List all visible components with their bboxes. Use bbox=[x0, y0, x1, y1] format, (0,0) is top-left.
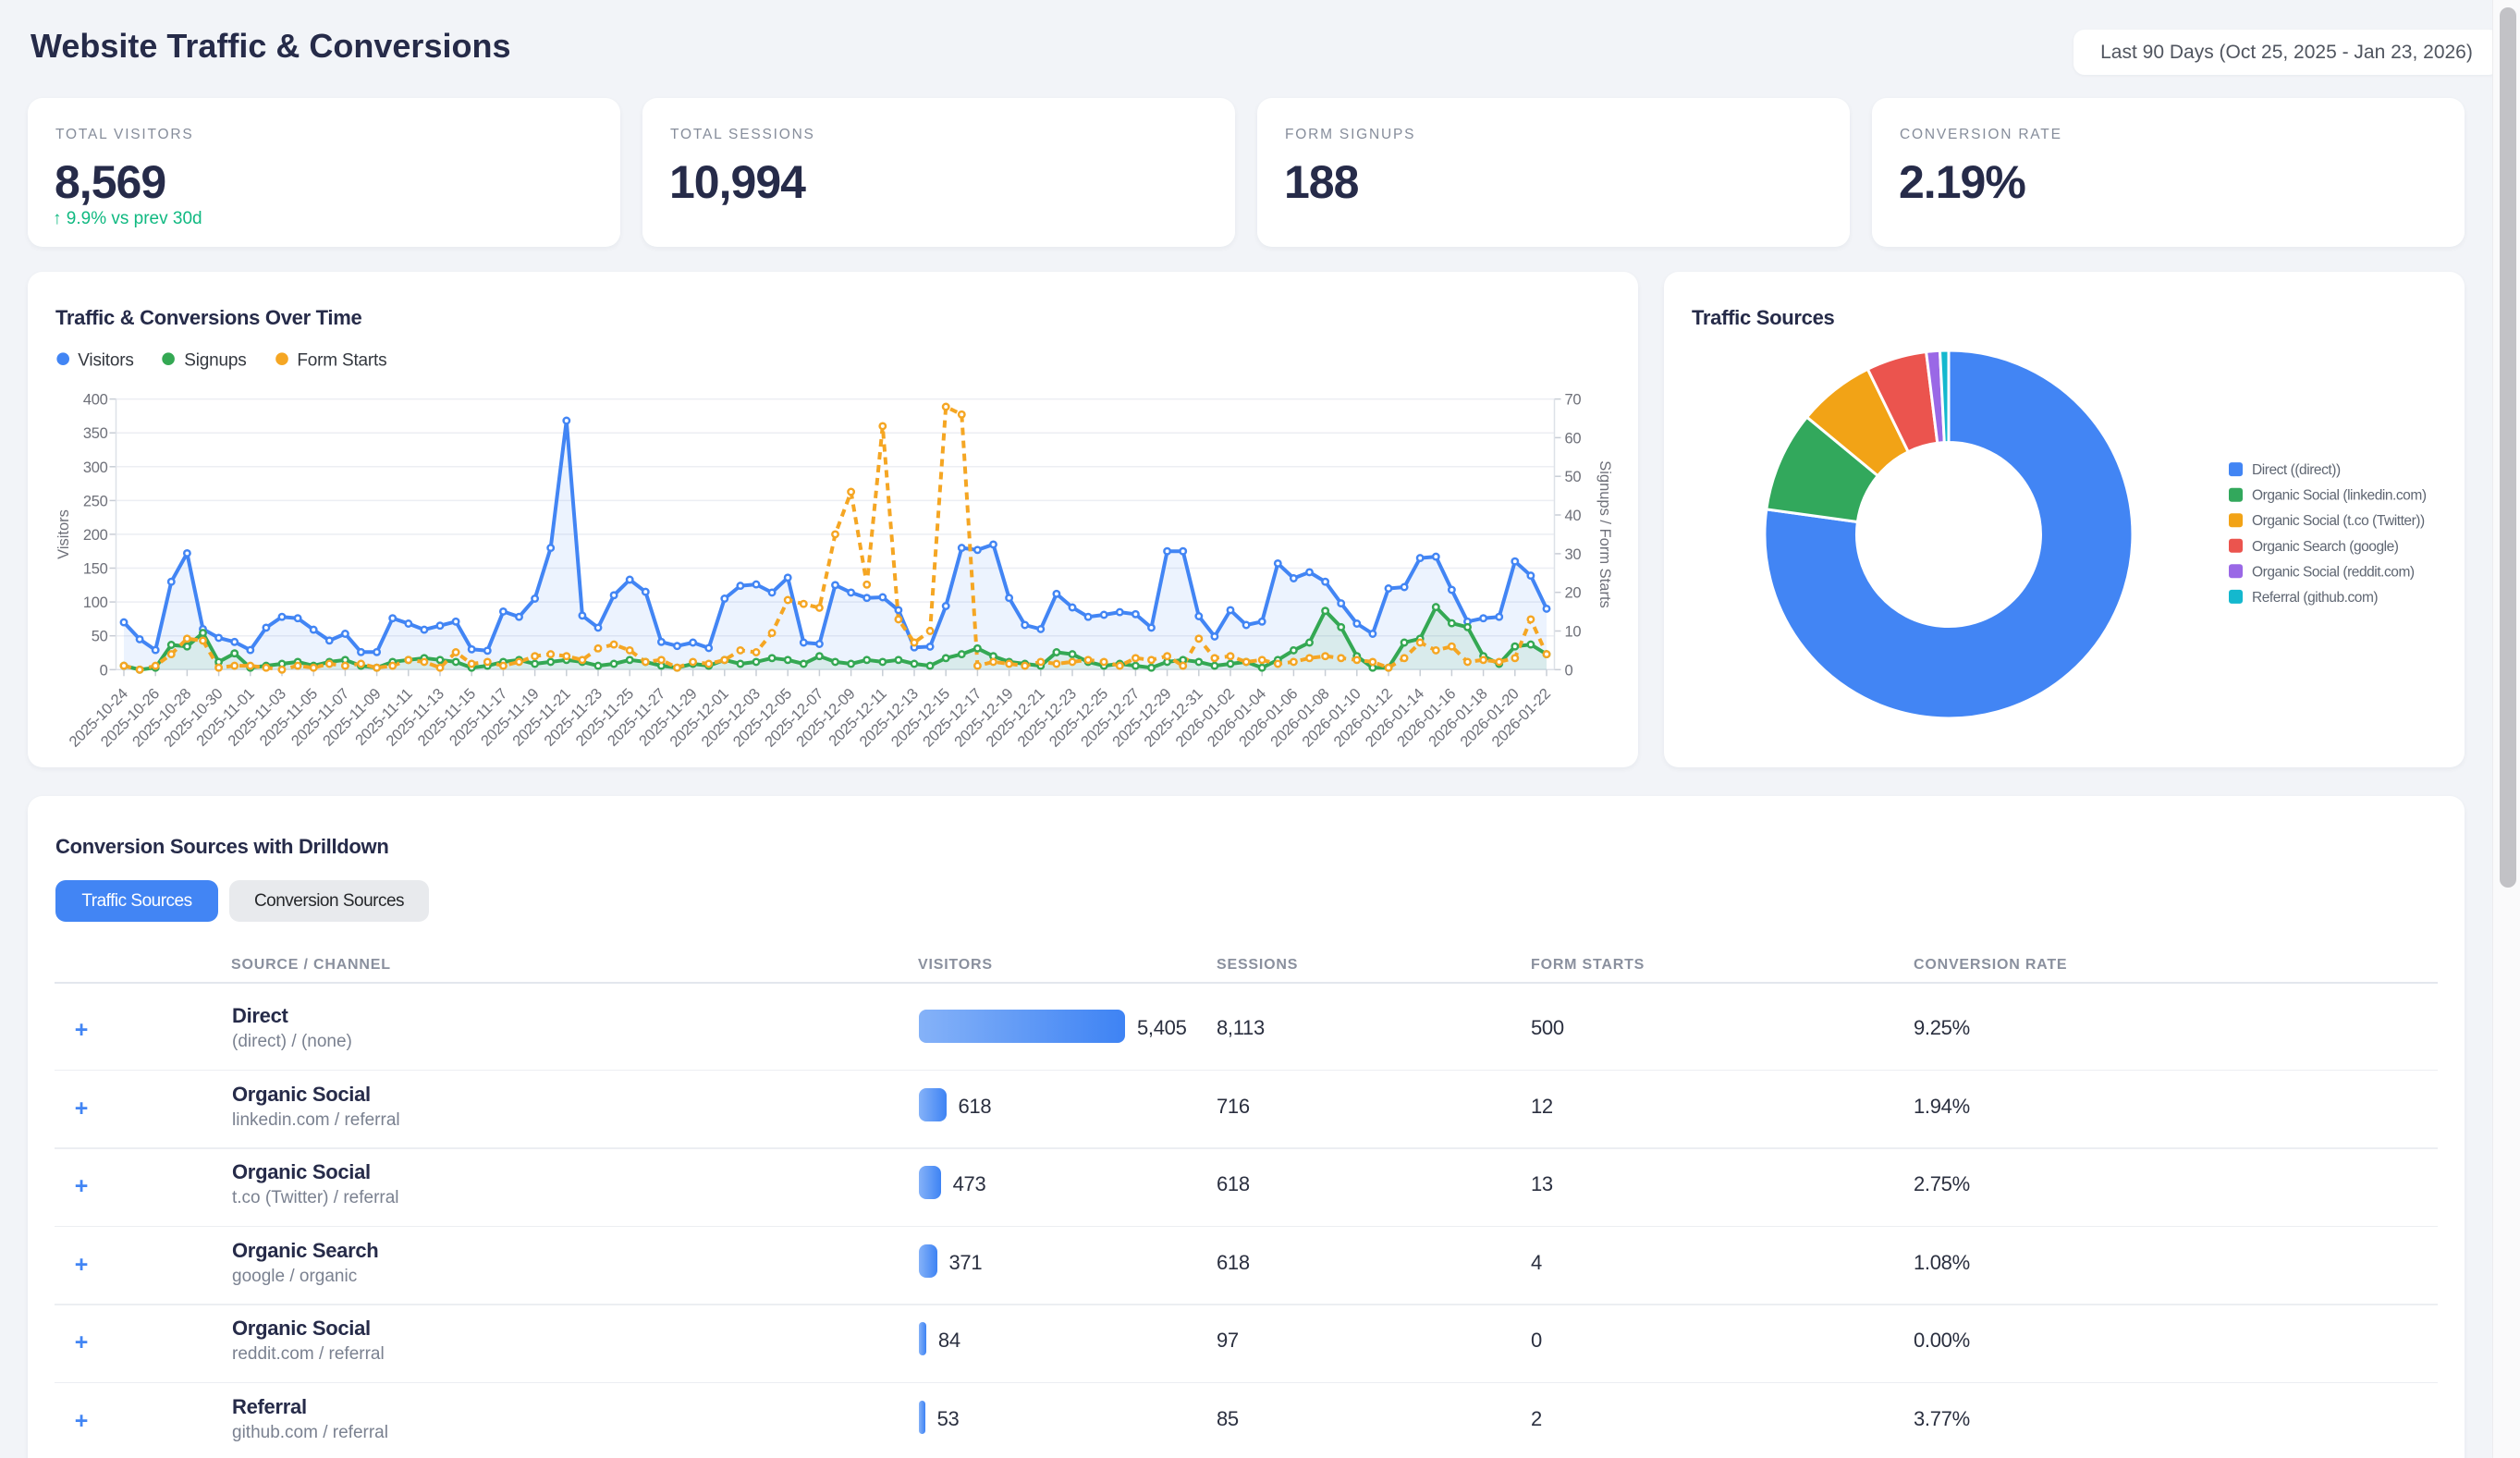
svg-text:70: 70 bbox=[1565, 392, 1582, 409]
svg-text:150: 150 bbox=[83, 561, 108, 578]
svg-text:Organic Social (t.co (Twitter): Organic Social (t.co (Twitter)) bbox=[2252, 513, 2425, 529]
svg-text:250: 250 bbox=[83, 493, 108, 509]
svg-text:50: 50 bbox=[1565, 469, 1582, 485]
svg-text:Organic Social (linkedin.com): Organic Social (linkedin.com) bbox=[2252, 488, 2427, 504]
svg-text:60: 60 bbox=[1565, 430, 1582, 447]
svg-text:400: 400 bbox=[83, 392, 108, 409]
svg-text:Referral (github.com): Referral (github.com) bbox=[2252, 590, 2378, 606]
svg-text:Signups / Form Starts: Signups / Form Starts bbox=[1596, 460, 1613, 608]
svg-text:350: 350 bbox=[83, 425, 108, 442]
svg-text:30: 30 bbox=[1565, 546, 1582, 563]
svg-text:Signups: Signups bbox=[184, 350, 246, 370]
svg-text:Form Starts: Form Starts bbox=[297, 350, 386, 370]
svg-text:Visitors: Visitors bbox=[78, 350, 133, 370]
svg-text:Organic Social (reddit.com): Organic Social (reddit.com) bbox=[2252, 564, 2415, 580]
svg-text:10: 10 bbox=[1565, 624, 1582, 641]
svg-text:20: 20 bbox=[1565, 585, 1582, 602]
svg-text:200: 200 bbox=[83, 527, 108, 544]
svg-text:Direct ((direct)): Direct ((direct)) bbox=[2252, 462, 2341, 478]
svg-text:0: 0 bbox=[1565, 662, 1573, 679]
svg-text:Traffic Sources: Traffic Sources bbox=[1692, 306, 1835, 329]
svg-text:0: 0 bbox=[100, 662, 108, 679]
svg-text:100: 100 bbox=[83, 594, 108, 611]
svg-text:Organic Search (google): Organic Search (google) bbox=[2252, 539, 2399, 555]
svg-text:300: 300 bbox=[83, 459, 108, 476]
svg-text:50: 50 bbox=[92, 629, 108, 645]
svg-text:Traffic & Conversions Over Tim: Traffic & Conversions Over Time bbox=[55, 306, 361, 329]
svg-text:Visitors: Visitors bbox=[55, 509, 72, 559]
svg-text:40: 40 bbox=[1565, 508, 1582, 524]
